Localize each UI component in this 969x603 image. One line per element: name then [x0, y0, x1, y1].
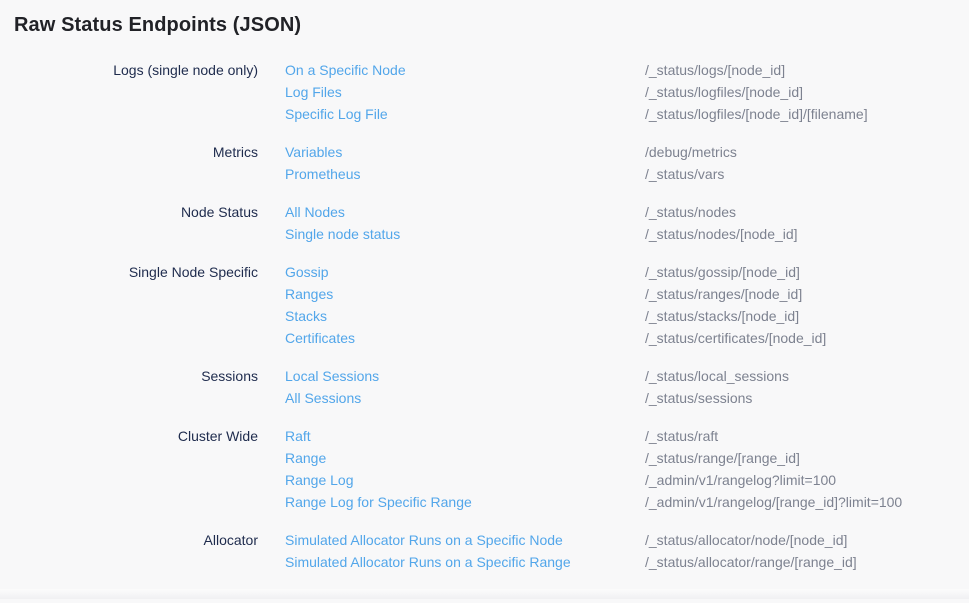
endpoint-paths-column: /_status/logs/[node_id]/_status/logfiles… — [645, 59, 969, 125]
endpoint-category-label: Logs (single node only) — [0, 59, 258, 125]
endpoint-path: /_status/range/[range_id] — [645, 447, 969, 469]
endpoint-path: /_status/local_sessions — [645, 365, 969, 387]
endpoint-paths-column: /_status/allocator/node/[node_id]/_statu… — [645, 529, 969, 573]
endpoint-link[interactable]: Range Log — [285, 469, 645, 491]
endpoint-path: /debug/metrics — [645, 141, 969, 163]
raw-status-endpoints-page: Raw Status Endpoints (JSON) Logs (single… — [0, 0, 969, 603]
endpoint-path: /_admin/v1/rangelog/[range_id]?limit=100 — [645, 491, 969, 513]
endpoint-link[interactable]: Single node status — [285, 223, 645, 245]
endpoint-groups: Logs (single node only)On a Specific Nod… — [0, 59, 969, 573]
endpoint-path: /_status/stacks/[node_id] — [645, 305, 969, 327]
endpoint-link[interactable]: Log Files — [285, 81, 645, 103]
panel-bottom-edge — [0, 589, 969, 599]
endpoint-links-column: All NodesSingle node status — [258, 201, 645, 245]
endpoint-paths-column: /_status/raft/_status/range/[range_id]/_… — [645, 425, 969, 513]
endpoint-link[interactable]: Prometheus — [285, 163, 645, 185]
endpoint-path: /_status/vars — [645, 163, 969, 185]
endpoint-link[interactable]: Raft — [285, 425, 645, 447]
endpoint-group: SessionsLocal SessionsAll Sessions/_stat… — [0, 365, 969, 409]
endpoint-links-column: On a Specific NodeLog FilesSpecific Log … — [258, 59, 645, 125]
endpoint-path: /_status/gossip/[node_id] — [645, 261, 969, 283]
endpoint-link[interactable]: Variables — [285, 141, 645, 163]
endpoint-paths-column: /_status/gossip/[node_id]/_status/ranges… — [645, 261, 969, 349]
endpoint-link[interactable]: Specific Log File — [285, 103, 645, 125]
endpoint-link[interactable]: Stacks — [285, 305, 645, 327]
endpoint-path: /_status/raft — [645, 425, 969, 447]
endpoint-links-column: GossipRangesStacksCertificates — [258, 261, 645, 349]
raw-status-endpoints-panel: Raw Status Endpoints (JSON) Logs (single… — [0, 0, 969, 573]
endpoint-path: /_status/nodes/[node_id] — [645, 223, 969, 245]
endpoint-links-column: VariablesPrometheus — [258, 141, 645, 185]
endpoint-path: /_status/logfiles/[node_id] — [645, 81, 969, 103]
endpoint-group: MetricsVariablesPrometheus/debug/metrics… — [0, 141, 969, 185]
endpoint-link[interactable]: Simulated Allocator Runs on a Specific R… — [285, 551, 645, 573]
endpoint-group: Cluster WideRaftRangeRange LogRange Log … — [0, 425, 969, 513]
endpoint-category-label: Allocator — [0, 529, 258, 573]
endpoint-category-label: Metrics — [0, 141, 258, 185]
endpoint-link[interactable]: All Sessions — [285, 387, 645, 409]
endpoint-link[interactable]: Certificates — [285, 327, 645, 349]
endpoint-path: /_status/allocator/node/[node_id] — [645, 529, 969, 551]
endpoint-link[interactable]: Local Sessions — [285, 365, 645, 387]
page-title: Raw Status Endpoints (JSON) — [14, 13, 969, 37]
endpoint-group: Allocator Simulated Allocator Runs on a S… — [0, 529, 969, 573]
endpoint-path: /_status/certificates/[node_id] — [645, 327, 969, 349]
endpoint-path: /_status/ranges/[node_id] — [645, 283, 969, 305]
endpoint-category-label: Single Node Specific — [0, 261, 258, 349]
endpoint-group: Single Node SpecificGossipRangesStacksCe… — [0, 261, 969, 349]
endpoint-link[interactable]: All Nodes — [285, 201, 645, 223]
endpoint-link[interactable]: Gossip — [285, 261, 645, 283]
endpoint-path: /_status/nodes — [645, 201, 969, 223]
endpoint-link[interactable]: Range Log for Specific Range — [285, 491, 645, 513]
endpoint-paths-column: /_status/nodes/_status/nodes/[node_id] — [645, 201, 969, 245]
endpoint-path: /_status/logs/[node_id] — [645, 59, 969, 81]
endpoint-links-column: Local SessionsAll Sessions — [258, 365, 645, 409]
endpoint-link[interactable]: Simulated Allocator Runs on a Specific N… — [285, 529, 645, 551]
endpoint-path: /_status/logfiles/[node_id]/[filename] — [645, 103, 969, 125]
endpoint-path: /_status/allocator/range/[range_id] — [645, 551, 969, 573]
endpoint-group: Node StatusAll NodesSingle node status/_… — [0, 201, 969, 245]
endpoint-category-label: Sessions — [0, 365, 258, 409]
endpoint-link[interactable]: Range — [285, 447, 645, 469]
endpoint-link[interactable]: Ranges — [285, 283, 645, 305]
endpoint-path: /_admin/v1/rangelog?limit=100 — [645, 469, 969, 491]
endpoint-category-label: Cluster Wide — [0, 425, 258, 513]
endpoint-group: Logs (single node only)On a Specific Nod… — [0, 59, 969, 125]
endpoint-links-column: RaftRangeRange LogRange Log for Specific… — [258, 425, 645, 513]
endpoint-paths-column: /debug/metrics/_status/vars — [645, 141, 969, 185]
endpoint-links-column: Simulated Allocator Runs on a Specific N… — [258, 529, 645, 573]
endpoint-paths-column: /_status/local_sessions/_status/sessions — [645, 365, 969, 409]
endpoint-category-label: Node Status — [0, 201, 258, 245]
endpoint-path: /_status/sessions — [645, 387, 969, 409]
endpoint-link[interactable]: On a Specific Node — [285, 59, 645, 81]
